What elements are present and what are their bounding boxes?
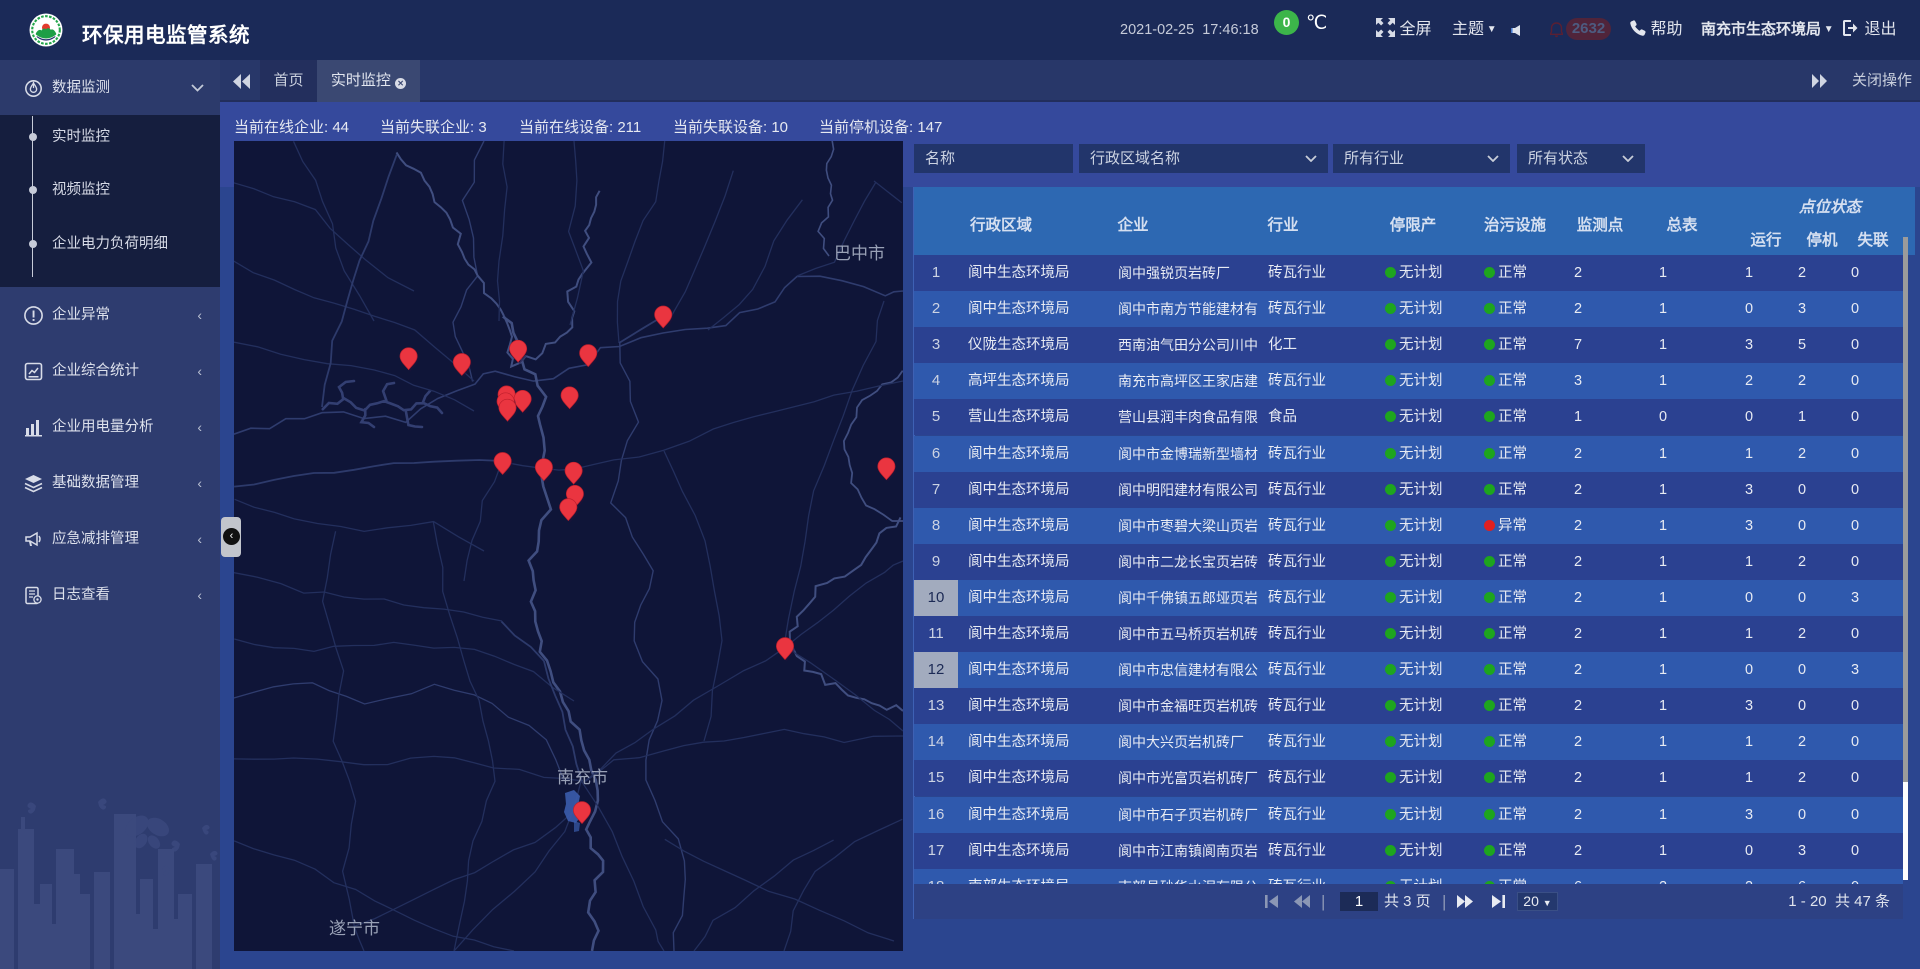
- svg-text:南充市: 南充市: [557, 768, 608, 787]
- svg-text:巴中市: 巴中市: [834, 244, 885, 263]
- svg-text:遂宁市: 遂宁市: [329, 919, 380, 938]
